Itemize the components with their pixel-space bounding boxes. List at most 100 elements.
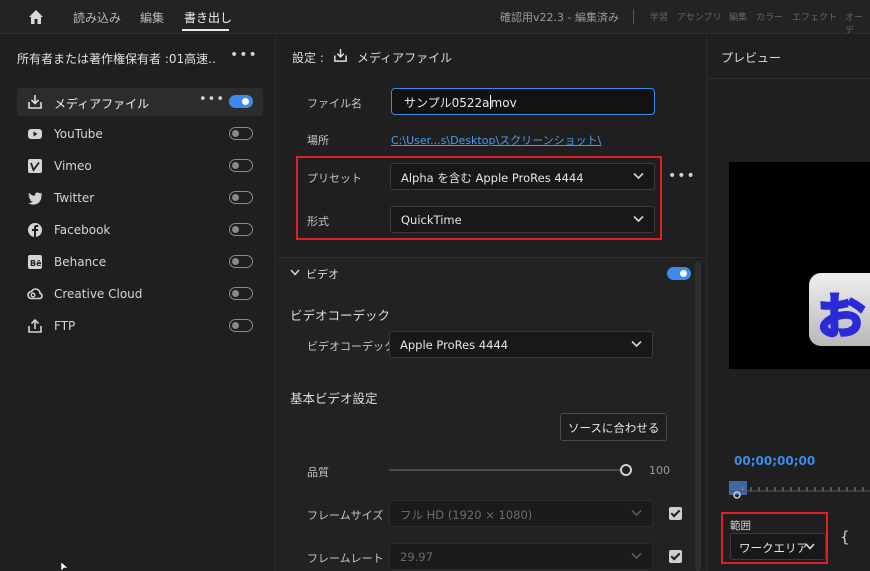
sidebar-item-ftp[interactable]: FTP [17,312,263,340]
filename-extension: mov [490,96,517,110]
framesize-label: フレームサイズ [307,509,384,522]
more-options-icon[interactable]: ••• [230,47,258,63]
youtube-icon [28,129,42,139]
quality-value: 100 [649,464,670,477]
preview-panel: プレビュー お 00;00;00;00 範囲 ワークエリア { [706,35,870,571]
facebook-icon [28,223,42,237]
sidebar-item-youtube[interactable]: YouTube [17,120,263,148]
codec-heading: ビデオコーデック [290,308,391,323]
toggle-twitter[interactable] [229,191,253,204]
owner-label: 所有者または著作権保有者 :01高速... [17,52,217,66]
framesize-match-checkbox[interactable] [669,507,682,520]
sidebar-item-vimeo[interactable]: Vimeo [17,152,263,180]
filename-input[interactable]: サンプル0522amov [391,88,655,115]
framerate-value: 29.97 [400,550,433,564]
twitter-bird-icon [28,192,42,205]
range-label: 範囲 [730,520,751,532]
toggle-video[interactable] [667,267,691,280]
framerate-match-checkbox[interactable] [669,550,682,563]
framesize-dropdown[interactable]: フル HD (1920 × 1080) [389,500,653,527]
sidebar-item-media-file[interactable]: メディアファイル ••• [17,88,263,116]
basic-video-heading: 基本ビデオ設定 [290,391,378,406]
workspace-editing[interactable]: 編集 [729,10,747,23]
preset-label: プリセット [307,172,362,185]
match-source-button[interactable]: ソースに合わせる [560,413,668,441]
range-dropdown[interactable]: ワークエリア [730,533,826,560]
creative-cloud-icon [27,288,43,300]
toggle-vimeo[interactable] [229,159,253,172]
workspace-effects[interactable]: エフェクト [792,10,837,23]
vimeo-icon [28,159,42,173]
filename-label: ファイル名 [307,97,362,110]
preset-dropdown[interactable]: Alpha を含む Apple ProRes 4444 [390,163,655,190]
tab-import[interactable]: 読み込み [73,9,121,26]
workspace-assembly[interactable]: アセンブリ [677,10,722,23]
project-title: 確認用v22.3 - 編集済み [500,11,619,24]
framerate-dropdown[interactable]: 29.97 [389,543,653,570]
toggle-facebook[interactable] [229,223,253,236]
divider [707,78,870,79]
format-label: 形式 [307,215,329,228]
destination-panel: 所有者または著作権保有者 :01高速... ••• メディアファイル ••• Y… [0,35,276,571]
sidebar-item-twitter[interactable]: Twitter [17,184,263,212]
divider [633,9,634,24]
settings-title: 設定 : [292,51,324,65]
more-options-icon[interactable]: ••• [199,92,225,107]
sidebar-item-label: YouTube [54,127,103,141]
toggle-media-file[interactable] [229,95,253,108]
video-section-title: ビデオ [306,268,339,281]
location-label: 場所 [307,134,329,147]
active-tab-indicator [182,29,229,31]
location-link[interactable]: C:\User...s\Desktop\スクリーンショット\ [391,132,601,148]
home-icon[interactable] [27,8,45,26]
filename-value: サンプル0522a [404,96,490,110]
quality-slider[interactable] [389,469,625,471]
sidebar-item-facebook[interactable]: Facebook [17,216,263,244]
export-settings-panel: 設定 : メディアファイル ファイル名 サンプル0522amov 場所 C:\U… [277,35,705,571]
toggle-ftp[interactable] [229,319,253,332]
chevron-down-icon [805,543,815,550]
tab-export[interactable]: 書き出し [184,9,232,26]
divider [277,257,705,258]
set-in-point-icon[interactable]: { [840,528,850,546]
chevron-down-icon[interactable] [290,269,300,276]
format-value: QuickTime [401,213,462,227]
format-dropdown[interactable]: QuickTime [390,206,655,233]
more-options-icon[interactable]: ••• [668,168,696,184]
sidebar-item-label: メディアファイル [54,97,150,111]
workspace-audio[interactable]: オーデ [845,10,870,36]
chevron-down-icon [631,552,642,560]
chevron-down-icon [633,215,644,223]
timecode[interactable]: 00;00;00;00 [734,454,815,468]
settings-target: メディアファイル [357,51,453,65]
behance-icon: Bē [28,255,42,269]
preset-value: Alpha を含む Apple ProRes 4444 [401,171,584,185]
sidebar-item-label: Behance [54,255,107,269]
settings-scrollbar[interactable] [695,261,701,571]
sidebar-item-label: Vimeo [54,159,92,173]
range-value: ワークエリア [739,541,808,555]
workspace-color[interactable]: カラー [756,10,783,23]
workspace-learning[interactable]: 学習 [650,10,668,23]
chevron-down-icon [633,172,644,180]
svg-text:Bē: Bē [30,259,42,268]
chevron-down-icon [631,340,642,348]
quality-slider-thumb[interactable] [620,464,632,476]
media-file-export-icon [334,48,347,62]
codec-dropdown[interactable]: Apple ProRes 4444 [389,331,653,358]
preview-thumbnail: お [809,273,870,346]
preview-video: お [729,162,870,369]
toggle-youtube[interactable] [229,127,253,140]
quality-label: 品質 [307,466,329,479]
timeline-ruler[interactable] [729,481,870,499]
tab-edit[interactable]: 編集 [140,9,164,26]
sidebar-item-creative-cloud[interactable]: Creative Cloud [17,280,263,308]
sidebar-item-label: Twitter [54,191,95,205]
codec-label: ビデオコーデック [307,340,395,353]
toggle-creative-cloud[interactable] [229,287,253,300]
sidebar-item-label: Facebook [54,223,111,237]
framerate-label: フレームレート [307,552,384,565]
sidebar-item-label: FTP [54,319,76,333]
sidebar-item-behance[interactable]: Bē Behance [17,248,263,276]
toggle-behance[interactable] [229,255,253,268]
